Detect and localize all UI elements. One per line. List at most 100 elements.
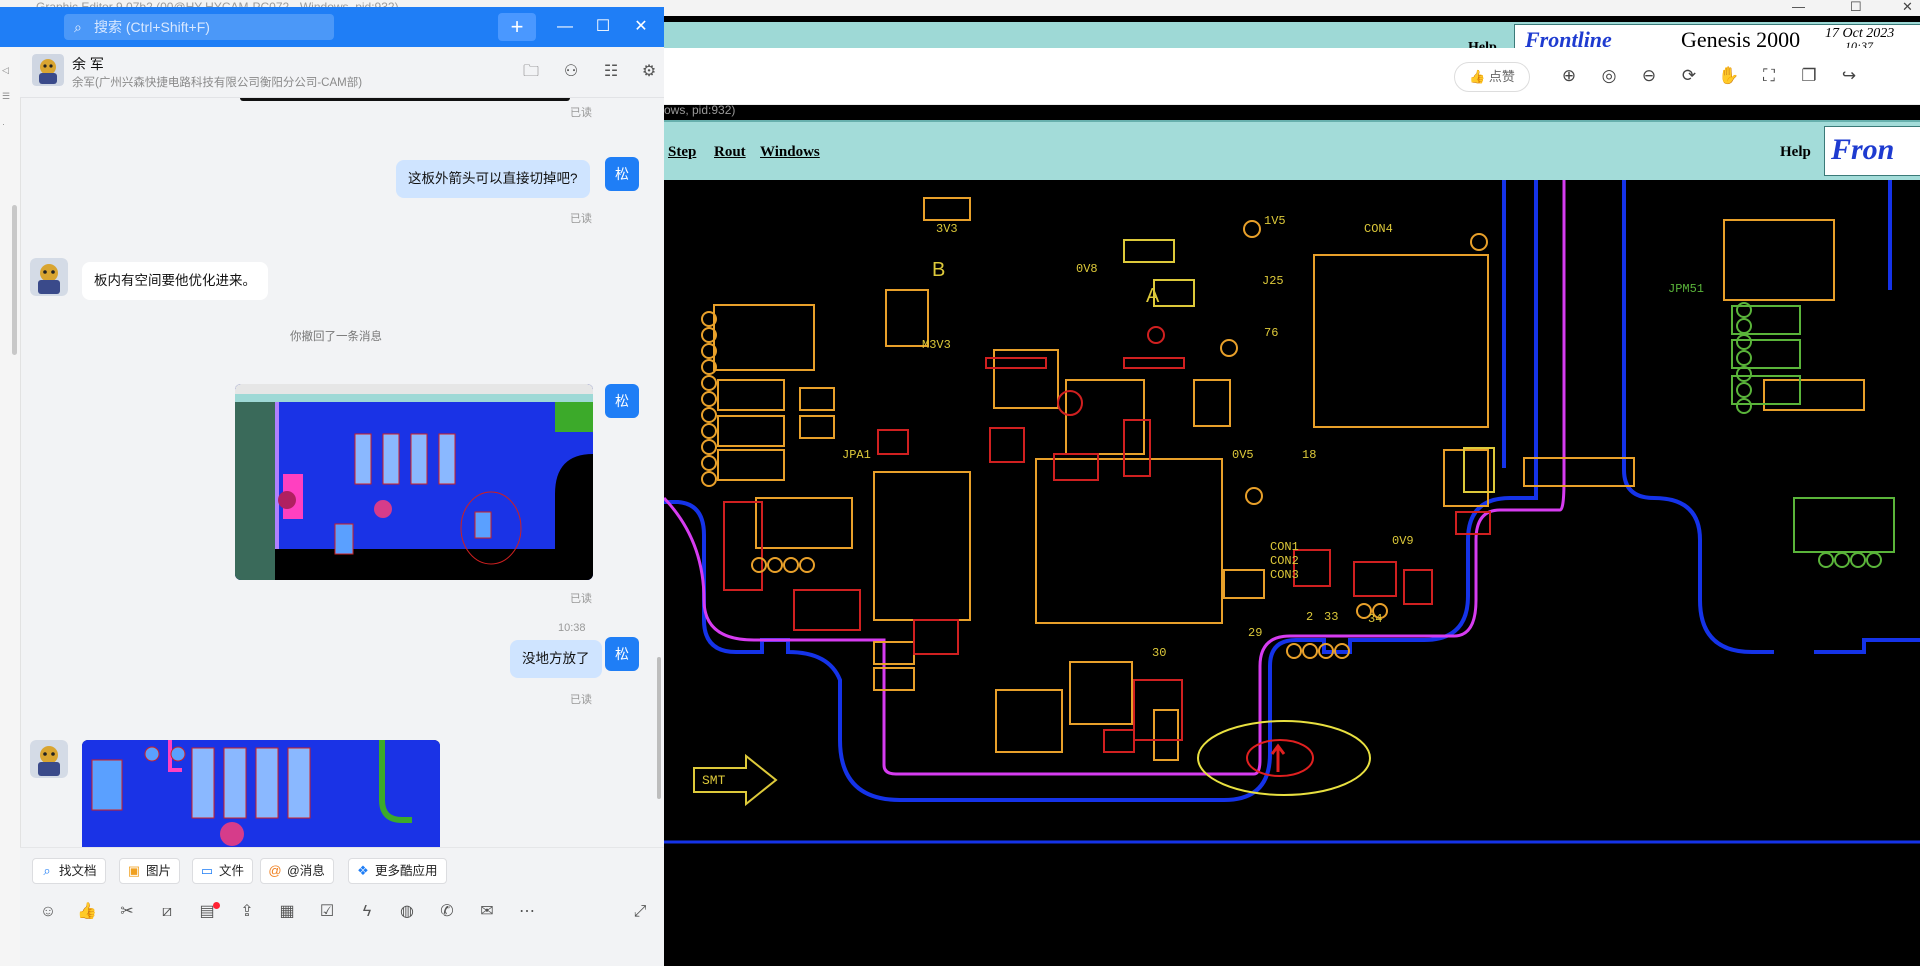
rail-icon-3[interactable]: · bbox=[2, 119, 8, 129]
label-smt: SMT bbox=[702, 773, 726, 788]
expand-icon[interactable]: ⤢ bbox=[628, 900, 652, 924]
share-icon[interactable]: ↪ bbox=[1837, 64, 1861, 88]
more-apps-button[interactable]: ❖ 更多酷应用 bbox=[348, 858, 447, 884]
label-0v9: 0V9 bbox=[1392, 534, 1414, 548]
image-thumbnail bbox=[235, 384, 593, 580]
zoom-in-icon[interactable]: ⊕ bbox=[1557, 64, 1581, 88]
my-avatar[interactable]: 松 bbox=[605, 384, 639, 418]
find-document-button[interactable]: ⌕ 找文档 bbox=[32, 858, 106, 884]
at-message-button[interactable]: @ @消息 bbox=[260, 858, 334, 884]
voice-chat-icon[interactable]: ◍ bbox=[395, 900, 419, 924]
thumbs-up-icon[interactable]: 👍 bbox=[75, 900, 99, 924]
search-placeholder: 搜索 (Ctrl+Shift+F) bbox=[94, 19, 210, 35]
task-check-icon[interactable]: ☑ bbox=[315, 900, 339, 924]
label-con3: CON3 bbox=[1270, 568, 1299, 582]
crop-icon[interactable]: ⛶ bbox=[1757, 64, 1781, 88]
actual-size-icon[interactable]: ◎ bbox=[1597, 64, 1621, 88]
read-receipt: 已读 bbox=[570, 593, 592, 605]
more-icon[interactable]: ⋯ bbox=[515, 900, 539, 924]
label-0v8: 0V8 bbox=[1076, 262, 1098, 276]
contact-avatar[interactable] bbox=[32, 54, 64, 86]
image-message[interactable] bbox=[235, 384, 593, 580]
message-time: 10:38 bbox=[558, 622, 586, 634]
emoji-icon[interactable]: ☺ bbox=[36, 900, 60, 924]
rail-icon-1[interactable]: ◁ bbox=[2, 65, 9, 76]
label-m3v3: M3V3 bbox=[922, 338, 951, 352]
label-29: 29 bbox=[1248, 626, 1262, 640]
label-con2: CON2 bbox=[1270, 554, 1299, 568]
image-icon: ▣ bbox=[127, 863, 141, 878]
pcb-canvas[interactable]: CON4 JPA1 M3V3 1V5 0V8 0V5 3V3 0V9 J25 7… bbox=[664, 180, 1920, 966]
search-doc-icon: ⌕ bbox=[43, 863, 51, 878]
image-button[interactable]: ▣ 图片 bbox=[119, 858, 181, 884]
label-18: 18 bbox=[1302, 448, 1316, 462]
menu-step[interactable]: Step bbox=[668, 144, 696, 161]
mail-icon[interactable]: ✉ bbox=[475, 900, 499, 924]
chat-window: ⌕ 搜索 (Ctrl+Shift+F) + — ☐ ✕ ◁ ☰ · 余 军 余军… bbox=[0, 7, 664, 966]
folder-icon[interactable]: 🗀 bbox=[520, 61, 542, 83]
rail-icon-2[interactable]: ☰ bbox=[2, 91, 10, 102]
search-history-icon[interactable]: ☷ bbox=[600, 61, 622, 83]
image-thumbnail bbox=[82, 740, 440, 848]
label-con1: CON1 bbox=[1270, 540, 1299, 554]
add-button[interactable]: + bbox=[498, 13, 536, 41]
label-con4: CON4 bbox=[1364, 222, 1393, 236]
zoom-out-icon[interactable]: ⊖ bbox=[1637, 64, 1661, 88]
scissors-icon[interactable]: ✂ bbox=[115, 900, 139, 924]
label-34: 34 bbox=[1368, 612, 1382, 626]
lightning-icon[interactable]: ϟ bbox=[355, 900, 379, 924]
my-avatar[interactable]: 松 bbox=[605, 157, 639, 191]
thumbs-up-icon: 👍 bbox=[1469, 69, 1486, 84]
add-user-icon[interactable]: ⚇ bbox=[560, 61, 582, 83]
frontline-logo: Fron bbox=[1824, 126, 1920, 176]
menu-windows[interactable]: Windows bbox=[760, 144, 820, 161]
maximize-icon[interactable]: ☐ bbox=[1850, 0, 1862, 14]
like-button[interactable]: 👍 点赞 bbox=[1454, 62, 1530, 92]
rail-scrollbar[interactable] bbox=[12, 205, 17, 355]
menu-rout[interactable]: Rout bbox=[714, 144, 746, 161]
left-rail: ◁ ☰ · bbox=[0, 47, 21, 966]
contact-avatar[interactable] bbox=[30, 258, 68, 296]
maximize-icon[interactable]: ☐ bbox=[588, 13, 618, 41]
chat-title-bar: ⌕ 搜索 (Ctrl+Shift+F) + — ☐ ✕ bbox=[0, 7, 664, 47]
hand-icon[interactable]: ✋ bbox=[1717, 64, 1741, 88]
phone-icon[interactable]: ✆ bbox=[435, 900, 459, 924]
at-icon: @ bbox=[268, 863, 282, 878]
image-message[interactable] bbox=[82, 740, 440, 848]
read-receipt: 已读 bbox=[570, 213, 592, 225]
image-viewer-toolbar: 👍 点赞 ⊕ ◎ ⊖ ⟳ ✋ ⛶ ❐ ↪ bbox=[664, 48, 1920, 105]
search-box[interactable]: ⌕ 搜索 (Ctrl+Shift+F) bbox=[64, 14, 334, 40]
label-2: 2 bbox=[1306, 610, 1313, 624]
label-76: 76 bbox=[1264, 326, 1278, 340]
gear-icon[interactable]: ⚙ bbox=[638, 61, 660, 83]
upload-icon[interactable]: ⇪ bbox=[235, 900, 259, 924]
close-icon[interactable]: ✕ bbox=[1902, 0, 1913, 14]
label-b: B bbox=[932, 259, 945, 281]
file-button[interactable]: ▭ 文件 bbox=[192, 858, 254, 884]
contact-header: 余 军 余军(广州兴森快捷电路科技有限公司衡阳分公司-CAM部) 🗀 ⚇ ☷ ⚙ bbox=[20, 47, 664, 98]
label-jpm51: JPM51 bbox=[1668, 282, 1704, 296]
chat-scrollbar[interactable] bbox=[657, 657, 661, 799]
label-jpa1: JPA1 bbox=[842, 448, 871, 462]
calendar-icon[interactable]: ▦ bbox=[275, 900, 299, 924]
read-receipt: 已读 bbox=[570, 107, 592, 119]
copy-icon[interactable]: ❐ bbox=[1797, 64, 1821, 88]
my-message-bubble[interactable]: 没地方放了 bbox=[510, 640, 602, 678]
label-30: 30 bbox=[1152, 646, 1166, 660]
close-icon[interactable]: ✕ bbox=[626, 13, 656, 41]
my-message-bubble[interactable]: 这板外箭头可以直接切掉吧? bbox=[396, 160, 590, 198]
rotate-icon[interactable]: ⟳ bbox=[1677, 64, 1701, 88]
minimize-icon[interactable]: — bbox=[550, 13, 580, 41]
notification-dot bbox=[213, 902, 220, 909]
label-a: A bbox=[1146, 285, 1160, 307]
previous-image-bottom[interactable] bbox=[240, 98, 570, 101]
menu-help[interactable]: Help bbox=[1780, 144, 1811, 161]
message-list: 已读 这板外箭头可以直接切掉吧? 松 已读 板内有空间要他优化进来。 你撤回了一… bbox=[20, 98, 664, 848]
my-avatar[interactable]: 松 bbox=[605, 637, 639, 671]
contact-name: 余 军 bbox=[72, 56, 104, 72]
slash-command-icon[interactable]: ⧄ bbox=[155, 900, 179, 924]
contact-avatar[interactable] bbox=[30, 740, 68, 778]
contact-message-bubble[interactable]: 板内有空间要他优化进来。 bbox=[82, 262, 268, 300]
minimize-icon[interactable]: — bbox=[1792, 0, 1805, 14]
label-0v5: 0V5 bbox=[1232, 448, 1254, 462]
